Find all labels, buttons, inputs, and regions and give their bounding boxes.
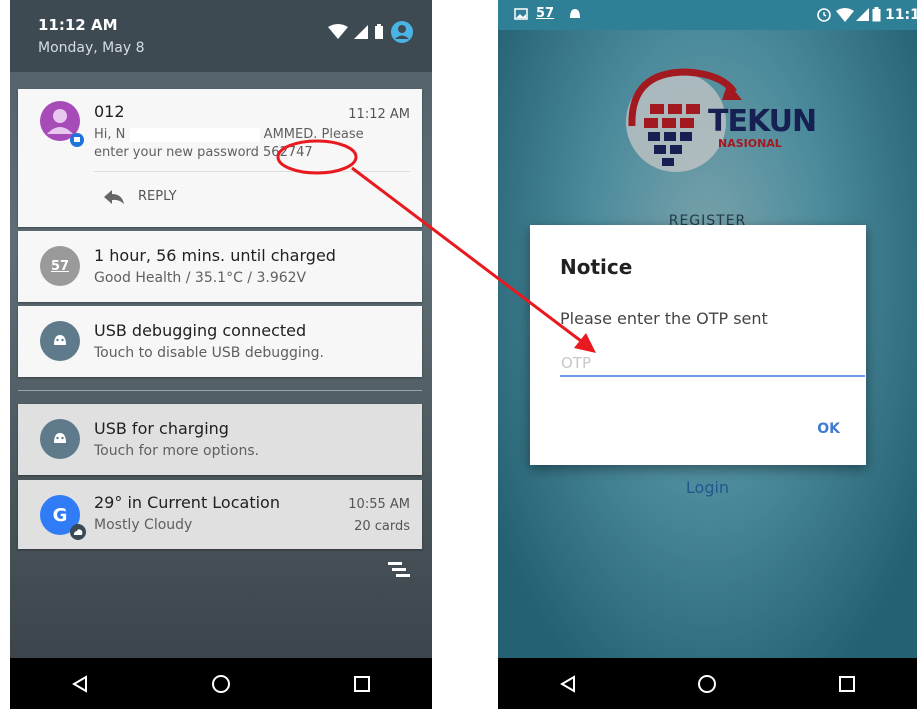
annotation-arrow-head — [574, 333, 596, 353]
annotation-overlay — [276, 139, 596, 353]
otp-highlight-ellipse — [276, 139, 358, 175]
annotation-arrow-line — [351, 166, 586, 346]
